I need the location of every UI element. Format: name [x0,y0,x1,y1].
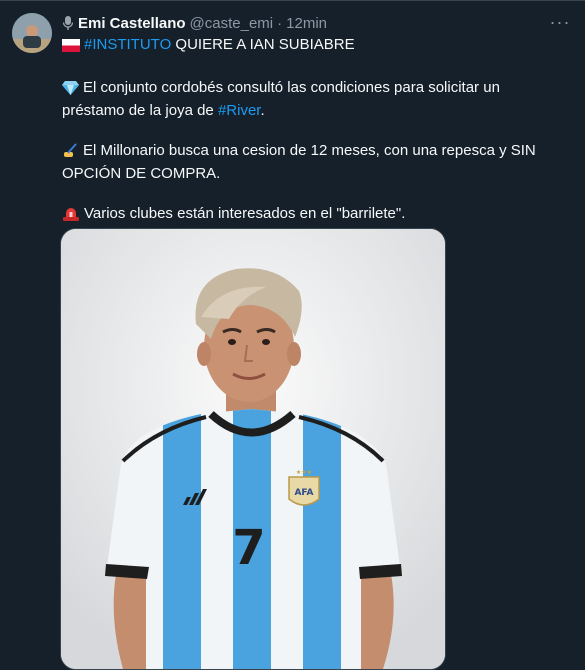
hashtag-river[interactable]: #River [218,102,261,119]
jersey-number: 7 [232,520,265,576]
author-avatar[interactable] [12,13,52,53]
tweet-line-1: #INSTITUTO QUIERE A IAN SUBIABRE [62,35,562,58]
paragraph-3-text: Varios clubes están interesados en el "b… [84,205,406,222]
tweet-header: Emi Castellano @caste_emi · 12min [62,13,535,33]
paragraph-1-text-b: préstamo de la joya de [62,102,218,119]
siren-icon [62,207,80,227]
paragraph-2-text-a: El Millonario busca una cesion de 12 mes… [83,142,536,159]
paragraph-3: Varios clubes están interesados en el "b… [62,204,562,227]
author-handle[interactable]: @caste_emi [190,15,274,32]
writing-hand-icon [62,142,79,164]
microphone-icon [62,15,74,31]
tweet[interactable]: Emi Castellano @caste_emi · 12min ··· #I… [0,0,585,670]
paragraph-2-text-b: OPCIÓN DE COMPRA. [62,165,221,182]
gem-icon [62,80,79,101]
headline-text: QUIERE A IAN SUBIABRE [171,36,355,53]
avatar-image [12,13,52,53]
separator-dot: · [277,14,283,32]
player-photo: AFA ★★★ 7 [61,229,445,669]
poland-flag-icon [62,38,80,58]
more-icon[interactable]: ··· [549,11,571,33]
hashtag-instituto[interactable]: #INSTITUTO [84,36,171,53]
tweet-photo[interactable]: AFA ★★★ 7 [60,228,446,670]
paragraph-1-text-a: El conjunto cordobés consultó las condic… [83,79,500,96]
svg-text:AFA: AFA [294,488,313,498]
paragraph-1: El conjunto cordobés consultó las condic… [62,78,562,121]
paragraph-2: El Millonario busca una cesion de 12 mes… [62,141,562,184]
tweet-time[interactable]: 12min [286,15,327,32]
author-name[interactable]: Emi Castellano [78,15,186,32]
tweet-text: #INSTITUTO QUIERE A IAN SUBIABRE El conj… [62,35,562,227]
svg-text:★★★: ★★★ [296,469,312,476]
paragraph-1-end: . [260,102,265,119]
